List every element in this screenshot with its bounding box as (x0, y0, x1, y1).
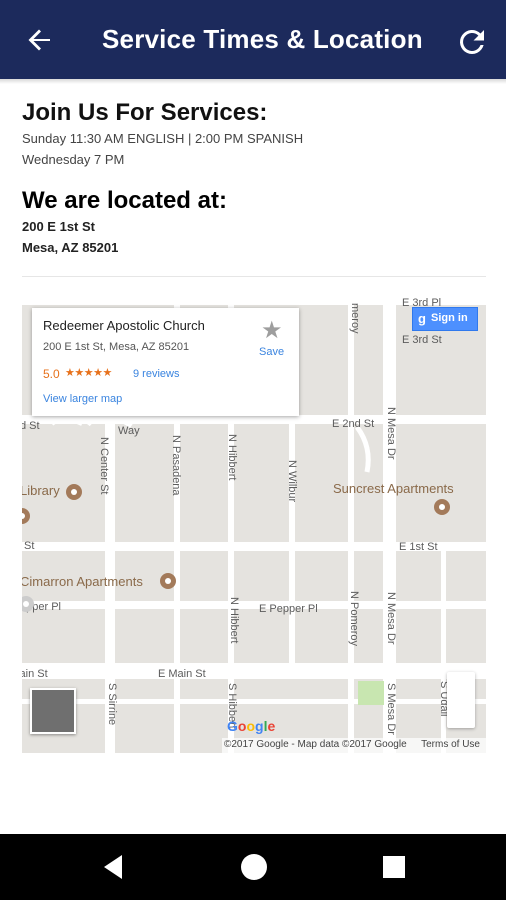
address-line: Mesa, AZ 85201 (22, 240, 119, 255)
street-label: N Wilbur (286, 460, 298, 503)
google-plus-icon: g (418, 311, 426, 326)
services-section: Join Us For Services: Sunday 11:30 AM EN… (22, 98, 486, 170)
sign-in-label: Sign in (431, 312, 468, 324)
app-bar-shadow (0, 79, 506, 84)
library-icon[interactable] (66, 484, 82, 500)
triangle-back-icon[interactable] (100, 852, 128, 882)
attribution-text: ©2017 Google - Map data ©2017 Google (224, 739, 407, 750)
street-label: E Main St (22, 668, 48, 680)
app-bar: Service Times & Location (0, 0, 506, 79)
location-section: We are located at: 200 E 1st St Mesa, AZ… (22, 186, 486, 258)
sign-in-button[interactable]: g Sign in (412, 307, 478, 331)
street-label: Way (118, 425, 140, 437)
street-label: N Mesa Dr (385, 407, 397, 460)
street-label: E Pepper Pl (259, 603, 318, 615)
street-label: St (24, 540, 35, 552)
google-logo: Google (227, 718, 276, 734)
map-attribution: ©2017 Google - Map data ©2017 Google Ter… (222, 738, 486, 753)
terms-link[interactable]: Terms of Use (421, 739, 480, 750)
divider (22, 276, 486, 277)
street-label: E Main St (158, 668, 206, 680)
zoom-controls[interactable] (447, 672, 475, 728)
place-info-card: Redeemer Apostolic Church 200 E 1st St, … (32, 308, 299, 416)
street-label: N Pomeroy (348, 591, 360, 647)
services-heading: Join Us For Services: (22, 99, 268, 126)
street-label: N Pasadena (170, 435, 182, 496)
street-label: N Mesa Dr (385, 592, 397, 645)
service-time-line: Wednesday 7 PM (22, 152, 125, 167)
rating-value: 5.0 (43, 367, 60, 381)
poi-cimarron-label: Cimarron Apartments (22, 574, 143, 589)
refresh-button[interactable] (452, 22, 492, 62)
street-label: N Center St (98, 437, 110, 495)
satellite-toggle[interactable] (30, 688, 76, 734)
place-name: Redeemer Apostolic Church (43, 318, 205, 333)
square-recents-icon[interactable] (383, 856, 405, 878)
rating-stars-icon: ★★★★★ (65, 367, 112, 379)
street-label: N Hibbert (226, 434, 238, 481)
street-label: N Hibbert (228, 597, 240, 644)
poi-suncrest-label: Suncrest Apartments (333, 481, 454, 496)
service-time-line: Sunday 11:30 AM ENGLISH | 2:00 PM SPANIS… (22, 131, 304, 146)
location-heading: We are located at: (22, 187, 227, 214)
arrow-left-icon (28, 29, 50, 51)
street-label: E 3rd St (402, 334, 442, 346)
street-label: meroy (349, 303, 361, 334)
back-button[interactable] (22, 22, 58, 58)
view-larger-map-link[interactable]: View larger map (43, 393, 122, 405)
street-label: E 1st St (399, 541, 438, 553)
street-label: S Mesa Dr (385, 683, 397, 735)
page-title: Service Times & Location (102, 24, 423, 54)
apartment-pin-icon[interactable] (434, 499, 450, 515)
circle-home-icon[interactable] (241, 854, 267, 880)
poi-library-label: Library (22, 483, 60, 498)
street-label: S Sirrine (106, 683, 118, 726)
save-button[interactable]: Save (259, 346, 284, 358)
place-address: 200 E 1st St, Mesa, AZ 85201 (43, 341, 190, 353)
address-line: 200 E 1st St (22, 219, 95, 234)
street-label: d St (22, 420, 40, 432)
star-icon[interactable]: ★ (261, 316, 283, 345)
apartment-pin-icon[interactable] (160, 573, 176, 589)
street-label: E 2nd St (332, 418, 375, 430)
reviews-link[interactable]: 9 reviews (133, 368, 179, 380)
refresh-icon (459, 29, 484, 54)
